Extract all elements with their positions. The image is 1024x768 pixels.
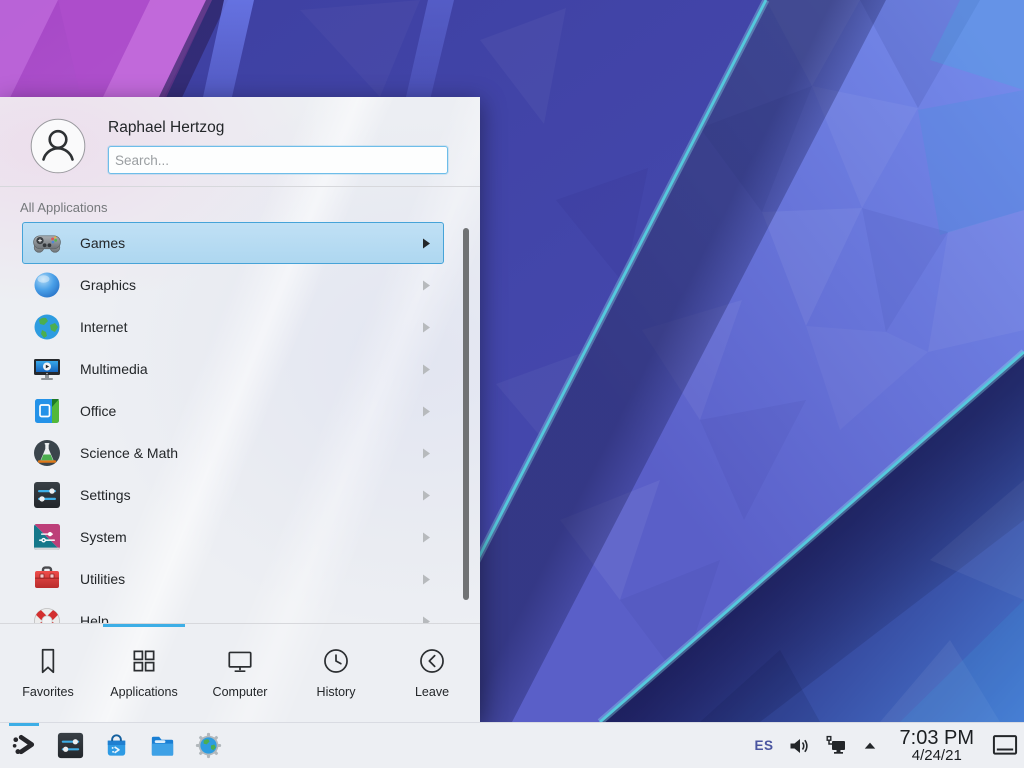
scrollbar-thumb[interactable] xyxy=(463,228,469,600)
category-label: Science & Math xyxy=(80,445,178,461)
user-avatar[interactable] xyxy=(30,118,86,174)
chevron-right-icon xyxy=(422,280,431,291)
category-row-graphics[interactable]: Graphics xyxy=(22,264,444,306)
tab-label: Leave xyxy=(415,685,449,699)
menu-header: Raphael Hertzog xyxy=(0,97,480,186)
kickoff-icon xyxy=(9,730,40,761)
section-label: All Applications xyxy=(20,200,107,215)
active-tab-indicator xyxy=(103,624,185,627)
dolphin-icon xyxy=(147,730,178,761)
desktop: Raphael Hertzog All Applications Games Gr… xyxy=(0,0,1024,768)
tab-applications[interactable]: Applications xyxy=(96,624,192,722)
tab-leave[interactable]: Leave xyxy=(384,624,480,722)
clock-date: 4/24/21 xyxy=(900,748,974,763)
show-desktop-button[interactable] xyxy=(991,732,1019,760)
tab-computer[interactable]: Computer xyxy=(192,624,288,722)
browser-icon xyxy=(193,730,224,761)
tab-label: Applications xyxy=(110,685,177,699)
tab-favorites[interactable]: Favorites xyxy=(0,624,96,722)
category-row-games[interactable]: Games xyxy=(22,222,444,264)
volume-icon[interactable] xyxy=(787,734,811,758)
utilities-icon xyxy=(31,563,63,595)
category-label: Help xyxy=(80,613,109,623)
office-icon xyxy=(31,395,63,427)
web-browser-button[interactable] xyxy=(192,723,224,768)
multimedia-icon xyxy=(31,353,63,385)
tab-bar: Favorites Applications Computer History Leav… xyxy=(0,624,480,722)
category-label: Utilities xyxy=(80,571,125,587)
file-manager-button[interactable] xyxy=(146,723,178,768)
chevron-right-icon xyxy=(422,532,431,543)
user-name: Raphael Hertzog xyxy=(108,119,224,137)
chevron-right-icon xyxy=(422,406,431,417)
settings-icon xyxy=(31,479,63,511)
digital-clock[interactable]: 7:03 PM 4/24/21 xyxy=(900,728,974,764)
category-label: Graphics xyxy=(80,277,136,293)
keyboard-layout-indicator[interactable]: ES xyxy=(755,738,774,753)
favorites-icon xyxy=(33,646,63,676)
category-row-internet[interactable]: Internet xyxy=(22,306,444,348)
systemsettings-icon xyxy=(55,730,86,761)
tab-label: Computer xyxy=(213,685,268,699)
science-icon xyxy=(31,437,63,469)
category-row-multimedia[interactable]: Multimedia xyxy=(22,348,444,390)
application-launcher-button[interactable] xyxy=(8,723,40,768)
chevron-right-icon xyxy=(422,322,431,333)
network-icon[interactable] xyxy=(824,734,848,758)
category-label: Games xyxy=(80,235,125,251)
system-settings-button[interactable] xyxy=(54,723,86,768)
category-label: Settings xyxy=(80,487,131,503)
category-row-help[interactable]: Help xyxy=(22,600,444,623)
discover-icon xyxy=(101,730,132,761)
header-divider xyxy=(0,186,480,187)
computer-icon xyxy=(225,646,255,676)
expand-tray-icon[interactable] xyxy=(861,734,885,758)
chevron-right-icon xyxy=(422,490,431,501)
taskbar-launchers xyxy=(0,723,224,768)
category-row-utilities[interactable]: Utilities xyxy=(22,558,444,600)
games-icon xyxy=(31,227,63,259)
taskbar: ES 7:03 PM 4/24/21 xyxy=(0,722,1024,768)
chevron-right-icon xyxy=(422,238,431,249)
category-row-office[interactable]: Office xyxy=(22,390,444,432)
category-label: Multimedia xyxy=(80,361,148,377)
search-input[interactable] xyxy=(108,146,448,174)
category-row-science[interactable]: Science & Math xyxy=(22,432,444,474)
category-row-settings[interactable]: Settings xyxy=(22,474,444,516)
system-icon xyxy=(31,521,63,553)
chevron-right-icon xyxy=(422,448,431,459)
chevron-right-icon xyxy=(422,364,431,375)
tab-label: History xyxy=(317,685,356,699)
tab-label: Favorites xyxy=(22,685,73,699)
clock-time: 7:03 PM xyxy=(900,728,974,748)
tab-history[interactable]: History xyxy=(288,624,384,722)
category-label: Internet xyxy=(80,319,127,335)
history-icon xyxy=(321,646,351,676)
discover-software-button[interactable] xyxy=(100,723,132,768)
category-row-system[interactable]: System xyxy=(22,516,444,558)
application-launcher-menu: Raphael Hertzog All Applications Games Gr… xyxy=(0,97,480,722)
category-label: Office xyxy=(80,403,116,419)
help-icon xyxy=(31,605,63,623)
internet-icon xyxy=(31,311,63,343)
chevron-right-icon xyxy=(422,574,431,585)
leave-icon xyxy=(417,646,447,676)
category-list: Games Graphics Internet Multimedia Office Sci… xyxy=(0,222,480,623)
category-label: System xyxy=(80,529,127,545)
applications-icon xyxy=(129,646,159,676)
system-tray: ES 7:03 PM 4/24/21 xyxy=(755,723,1024,768)
graphics-icon xyxy=(31,269,63,301)
chevron-right-icon xyxy=(422,616,431,624)
